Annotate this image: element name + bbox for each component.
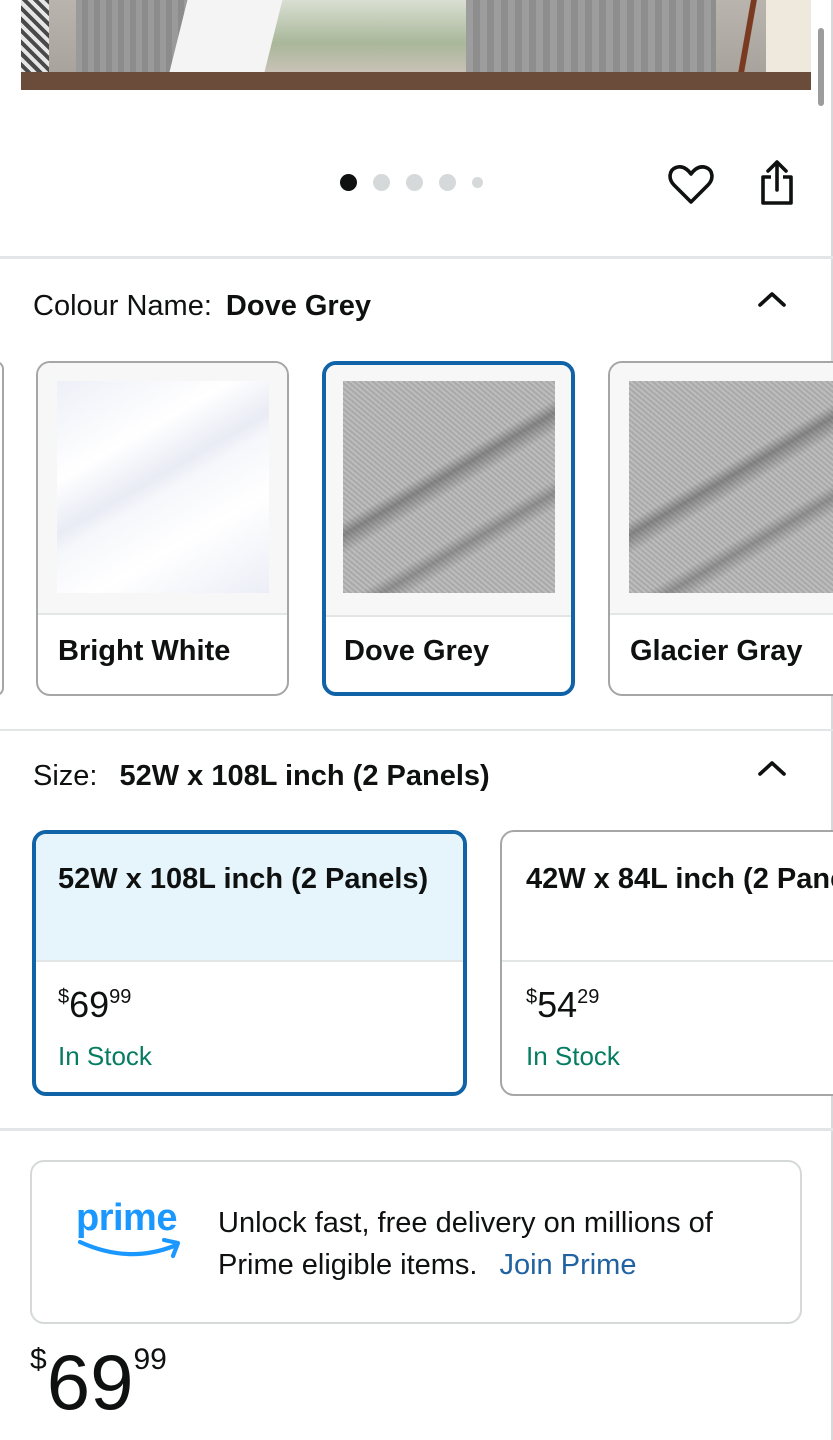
- size-option-42x84[interactable]: 42W x 84L inch (2 Panels) $5429 In Stock: [500, 830, 833, 1096]
- size-option-title: 42W x 84L inch (2 Panels): [526, 863, 833, 895]
- section-divider: [0, 1128, 833, 1131]
- carousel-dot-1[interactable]: [340, 173, 357, 191]
- size-label-row: Size: 52W x 108L inch (2 Panels): [33, 760, 490, 793]
- join-prime-link[interactable]: Join Prime: [499, 1249, 636, 1281]
- colour-swatch-glacier-gray[interactable]: Glacier Gray: [608, 361, 833, 696]
- price-whole: 69: [46, 1338, 134, 1426]
- scrollbar[interactable]: [818, 28, 824, 106]
- colour-swatch-offscreen[interactable]: [0, 361, 4, 696]
- size-label: Size:: [33, 760, 98, 792]
- size-option-header: 52W x 108L inch (2 Panels): [36, 834, 463, 962]
- section-divider: [0, 729, 833, 731]
- hero-floor: [21, 72, 811, 90]
- price-currency: $: [58, 986, 70, 1008]
- colour-selected-value: Dove Grey: [225, 290, 371, 322]
- colour-label-row: Colour Name: Dove Grey: [33, 290, 371, 323]
- size-option-availability: In Stock: [58, 1041, 152, 1071]
- product-price: $6999: [30, 1342, 167, 1422]
- section-divider: [0, 256, 833, 259]
- carousel-dot-3[interactable]: [406, 173, 423, 191]
- prime-message: Unlock fast, free delivery on millions o…: [218, 1207, 713, 1281]
- size-option-52x108[interactable]: 52W x 108L inch (2 Panels) $6999 In Stoc…: [32, 830, 467, 1096]
- price-fraction: 99: [109, 986, 132, 1008]
- colour-swatch-dove-grey[interactable]: Dove Grey: [322, 361, 575, 696]
- swatch-name: Glacier Gray: [630, 635, 803, 667]
- fabric-glacier-gray-image: [629, 381, 833, 593]
- prime-message-block: Unlock fast, free delivery on millions o…: [218, 1202, 778, 1286]
- price-fraction: 29: [577, 986, 600, 1008]
- product-page: Colour Name: Dove Grey Bright White Dove …: [0, 0, 833, 1440]
- swatch-name: Bright White: [58, 635, 231, 667]
- carousel-dot-2[interactable]: [373, 173, 390, 191]
- price-whole: 54: [537, 984, 578, 1025]
- heart-icon: [668, 165, 714, 204]
- size-collapse-button[interactable]: [752, 753, 792, 783]
- swatch-name: Dove Grey: [344, 635, 490, 667]
- colour-collapse-button[interactable]: [752, 284, 792, 314]
- prime-logo-text: prime: [76, 1197, 177, 1239]
- prime-smile-icon: [77, 1237, 181, 1259]
- prime-logo: prime: [76, 1198, 188, 1270]
- carousel-dot-5[interactable]: [472, 176, 483, 188]
- share-icon: [761, 160, 793, 205]
- share-button[interactable]: [752, 158, 802, 208]
- swatch-image-area: [326, 365, 571, 617]
- swatch-image-area: [610, 363, 833, 615]
- swatch-image-area: [38, 363, 287, 615]
- size-option-title: 52W x 108L inch (2 Panels): [58, 863, 429, 895]
- size-option-price: $6999: [58, 985, 131, 1031]
- size-selected-value: 52W x 108L inch (2 Panels): [119, 760, 490, 792]
- fabric-dove-grey-image: [343, 381, 555, 593]
- colour-swatch-bright-white[interactable]: Bright White: [36, 361, 289, 696]
- size-option-price: $5429: [526, 985, 599, 1031]
- chevron-up-icon: [758, 292, 786, 307]
- size-option-availability: In Stock: [526, 1041, 620, 1071]
- colour-label: Colour Name:: [33, 290, 212, 322]
- prime-upsell-box: prime Unlock fast, free delivery on mill…: [30, 1160, 802, 1324]
- hero-window: [251, 0, 491, 72]
- wishlist-button[interactable]: [664, 160, 718, 210]
- size-option-header: 42W x 84L inch (2 Panels): [502, 832, 833, 962]
- price-currency: $: [526, 986, 538, 1008]
- fabric-bright-white-image: [57, 381, 269, 593]
- price-currency: $: [30, 1343, 47, 1376]
- product-image[interactable]: [21, 0, 811, 90]
- carousel-dots[interactable]: [340, 173, 483, 191]
- chevron-up-icon: [758, 761, 786, 776]
- price-whole: 69: [69, 984, 110, 1025]
- price-fraction: 99: [133, 1343, 167, 1376]
- carousel-dot-4[interactable]: [439, 173, 456, 191]
